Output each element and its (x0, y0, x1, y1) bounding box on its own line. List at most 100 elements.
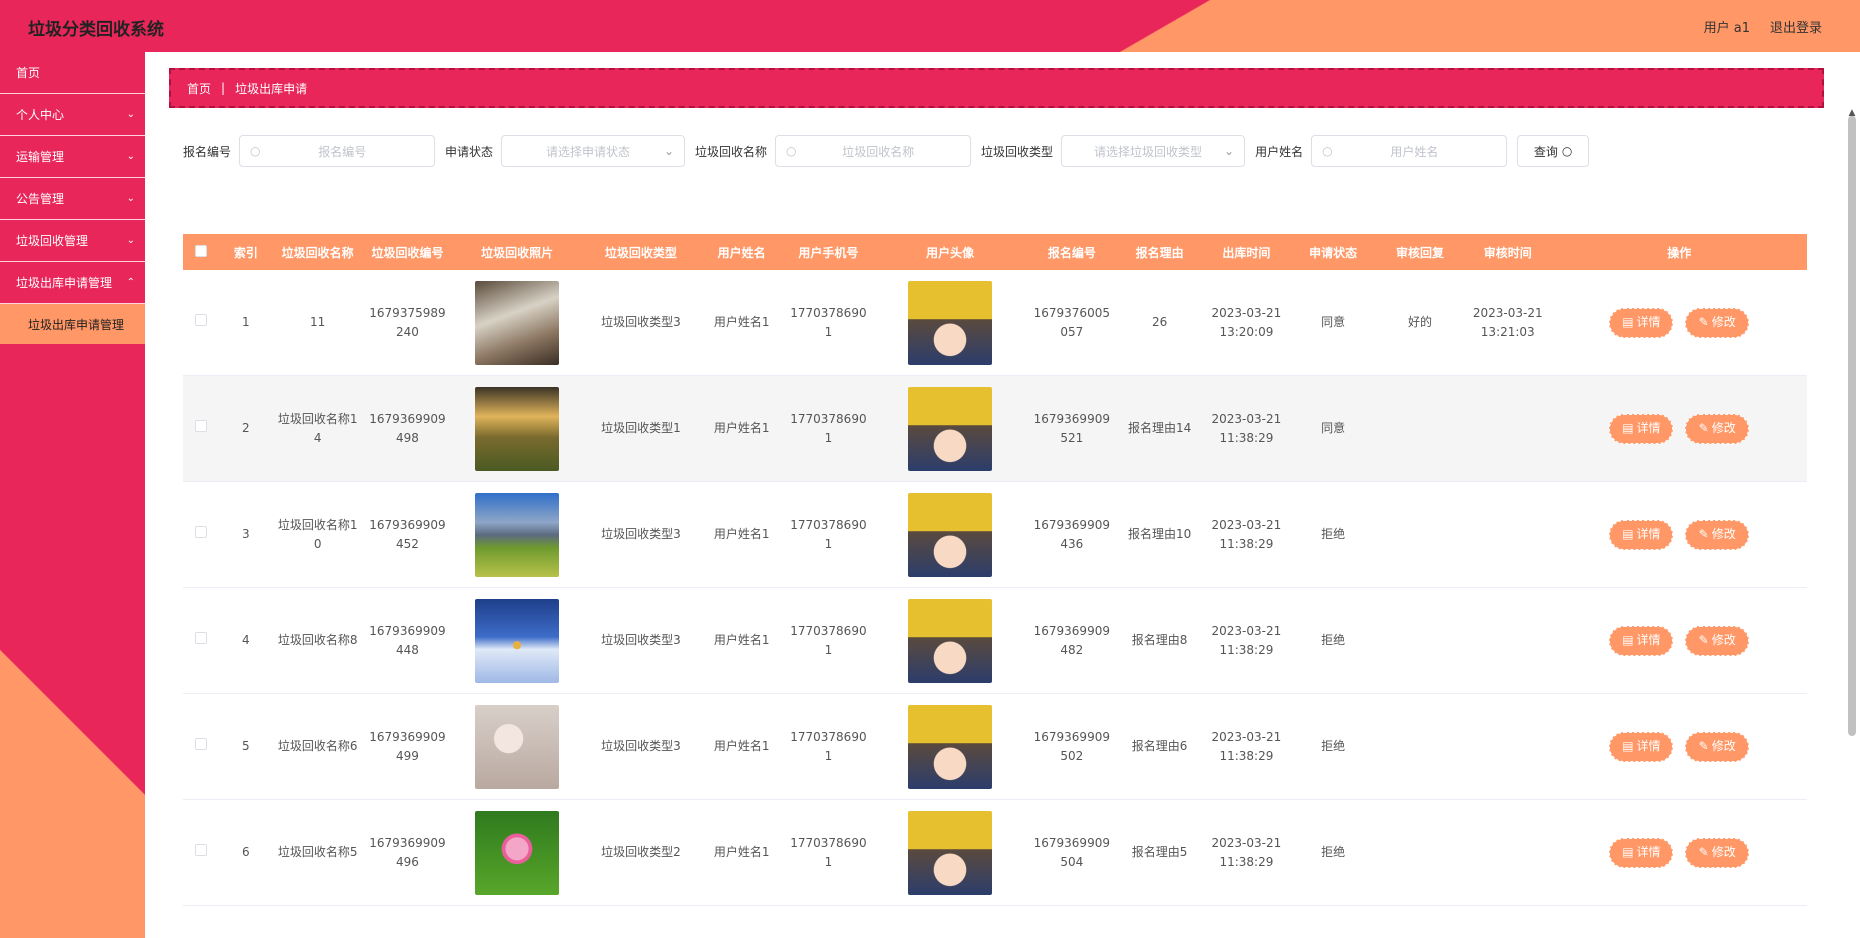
recycle-photo[interactable] (475, 280, 560, 365)
avatar[interactable] (908, 492, 993, 577)
column-header: 出库时间 (1222, 245, 1271, 260)
cell-user-avatar (873, 492, 1027, 577)
pencil-icon: ✎ (1698, 421, 1709, 435)
cell-index: 3 (242, 527, 250, 541)
cell-actions: ▤ 详情 ✎ 修改 (1552, 519, 1807, 550)
avatar[interactable] (908, 280, 993, 365)
status-select[interactable]: 请选择申请状态 ⌄ (501, 135, 686, 167)
enroll-no-input[interactable]: ○ 报名编号 (239, 135, 436, 167)
cell-recycle-photo (452, 280, 582, 365)
recycle-photo[interactable] (475, 810, 560, 895)
column-header: 审核回复 (1395, 245, 1444, 260)
cell-status: 拒绝 (1321, 527, 1346, 541)
recycle-photo[interactable] (475, 704, 560, 789)
sidebar-item-outbound[interactable]: 垃圾出库申请管理 ⌃ (0, 262, 145, 304)
edit-button[interactable]: ✎ 修改 (1685, 413, 1750, 444)
detail-button[interactable]: ▤ 详情 (1609, 731, 1674, 762)
breadcrumb-home[interactable]: 首页 (187, 80, 211, 97)
detail-button[interactable]: ▤ 详情 (1609, 413, 1674, 444)
detail-button[interactable]: ▤ 详情 (1609, 519, 1674, 550)
detail-button-label: 详情 (1636, 315, 1661, 329)
avatar[interactable] (908, 386, 993, 471)
breadcrumb: 首页 | 垃圾出库申请 (169, 68, 1824, 108)
cell-reason: 报名理由5 (1131, 845, 1188, 859)
column-header: 用户头像 (926, 245, 975, 260)
pencil-icon: ✎ (1698, 315, 1709, 329)
avatar[interactable] (908, 704, 993, 789)
filter-label-recycle-type: 垃圾回收类型 (981, 144, 1054, 159)
edit-button[interactable]: ✎ 修改 (1685, 837, 1750, 868)
edit-button[interactable]: ✎ 修改 (1685, 307, 1750, 338)
sidebar-item-home[interactable]: 首页 (0, 52, 145, 94)
row-checkbox[interactable] (183, 419, 219, 438)
search-icon: ○ (1322, 144, 1333, 158)
pencil-icon: ✎ (1698, 845, 1709, 859)
table-row: 5 垃圾回收名称6 1679369909499 垃圾回收类型3 用户姓名1 17… (183, 694, 1807, 800)
cell-actions: ▤ 详情 ✎ 修改 (1552, 837, 1807, 868)
avatar[interactable] (908, 810, 993, 895)
breadcrumb-separator: | (221, 81, 226, 95)
table-body: 1 11 1679375989240 垃圾回收类型3 用户姓名1 1770378… (183, 270, 1807, 906)
cell-index: 4 (242, 633, 250, 647)
sidebar-subitem-outbound-manage[interactable]: 垃圾出库申请管理 (0, 304, 145, 344)
edit-button[interactable]: ✎ 修改 (1685, 519, 1750, 550)
recycle-photo[interactable] (475, 492, 560, 577)
document-icon: ▤ (1622, 527, 1634, 541)
avatar[interactable] (908, 598, 993, 683)
chevron-down-icon: ⌄ (126, 235, 135, 246)
cell-reason: 报名理由6 (1131, 739, 1188, 753)
sidebar-item-recycle[interactable]: 垃圾回收管理 ⌄ (0, 220, 145, 262)
cell-enroll-no: 1679369909502 (1033, 729, 1110, 763)
cell-status: 拒绝 (1321, 739, 1346, 753)
edit-button[interactable]: ✎ 修改 (1685, 625, 1750, 656)
row-checkbox[interactable] (183, 737, 219, 756)
detail-button-label: 详情 (1636, 421, 1661, 435)
filter-label-status: 申请状态 (445, 144, 494, 159)
cell-recycle-name: 垃圾回收名称6 (277, 739, 358, 753)
top-header: 垃圾分类回收系统 用户 a1 退出登录 (0, 0, 1860, 52)
sidebar-item-notice[interactable]: 公告管理 ⌄ (0, 178, 145, 220)
select-all-checkbox[interactable] (183, 244, 219, 260)
sidebar-item-personal-center[interactable]: 个人中心 ⌄ (0, 94, 145, 136)
vertical-scrollbar[interactable]: ▲ ▼ (1846, 108, 1858, 938)
row-checkbox[interactable] (183, 843, 219, 862)
table-row: 1 11 1679375989240 垃圾回收类型3 用户姓名1 1770378… (183, 270, 1807, 376)
column-header: 垃圾回收名称 (281, 245, 354, 260)
cell-recycle-name: 垃圾回收名称8 (277, 633, 358, 647)
row-checkbox[interactable] (183, 525, 219, 544)
cell-user-name: 用户姓名1 (713, 845, 770, 859)
filter-label-recycle-name: 垃圾回收名称 (695, 144, 768, 159)
cell-out-time: 2023-03-21 11:38:29 (1211, 623, 1282, 657)
cell-actions: ▤ 详情 ✎ 修改 (1552, 307, 1807, 338)
scroll-thumb[interactable] (1848, 116, 1856, 736)
recycle-name-input[interactable]: ○ 垃圾回收名称 (775, 135, 972, 167)
cell-enroll-no: 1679376005057 (1033, 305, 1110, 339)
row-checkbox[interactable] (183, 631, 219, 650)
search-button[interactable]: 查询 ○ (1517, 135, 1590, 167)
cell-user-name: 用户姓名1 (713, 739, 770, 753)
recycle-type-select[interactable]: 请选择垃圾回收类型 ⌄ (1061, 135, 1246, 167)
column-header: 审核时间 (1483, 245, 1532, 260)
detail-button[interactable]: ▤ 详情 (1609, 837, 1674, 868)
cell-recycle-code: 1679369909496 (369, 835, 446, 869)
cell-user-name: 用户姓名1 (713, 633, 770, 647)
column-header: 报名编号 (1047, 245, 1096, 260)
user-name-input[interactable]: ○ 用户姓名 (1311, 135, 1508, 167)
edit-button[interactable]: ✎ 修改 (1685, 731, 1750, 762)
document-icon: ▤ (1622, 845, 1634, 859)
detail-button[interactable]: ▤ 详情 (1609, 625, 1674, 656)
logout-link[interactable]: 退出登录 (1770, 17, 1822, 36)
row-checkbox[interactable] (183, 313, 219, 332)
cell-reason: 报名理由8 (1131, 633, 1188, 647)
cell-recycle-photo (452, 704, 582, 789)
search-icon: ○ (250, 144, 261, 158)
sidebar-item-label: 运输管理 (16, 150, 65, 164)
recycle-photo[interactable] (475, 386, 560, 471)
document-icon: ▤ (1622, 633, 1634, 647)
sidebar-item-transport[interactable]: 运输管理 ⌄ (0, 136, 145, 178)
detail-button[interactable]: ▤ 详情 (1609, 307, 1674, 338)
main-content: 首页 | 垃圾出库申请 报名编号 ○ 报名编号 申请状态 请选择申请状态 ⌄ 垃… (145, 52, 1860, 938)
detail-button-label: 详情 (1636, 739, 1661, 753)
recycle-photo[interactable] (475, 598, 560, 683)
detail-button-label: 详情 (1636, 633, 1661, 647)
